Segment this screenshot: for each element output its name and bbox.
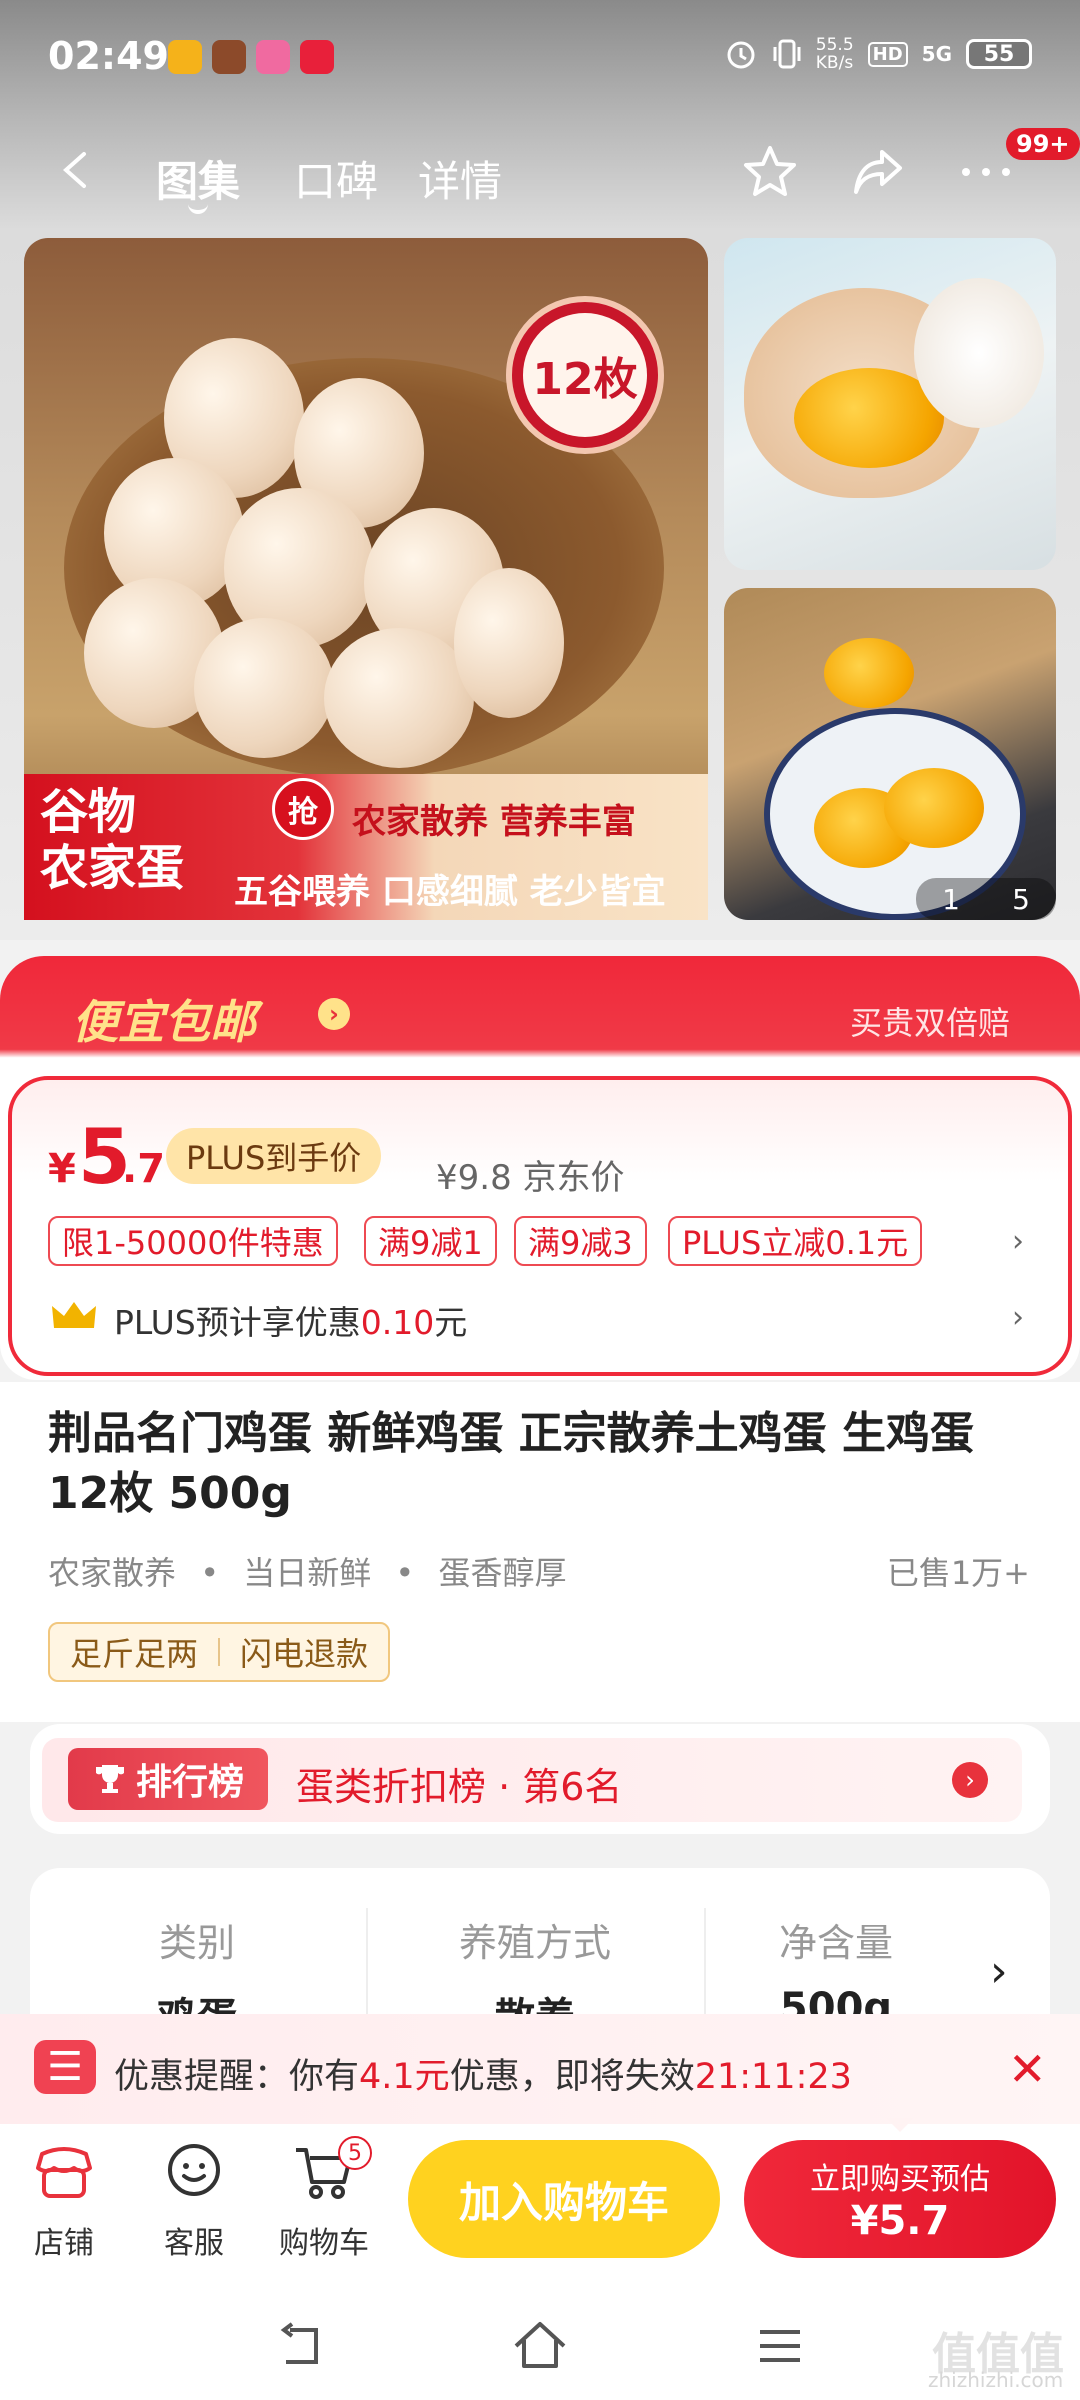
crown-icon — [52, 1302, 96, 1328]
count-seal-badge: 12枚 — [506, 296, 664, 454]
back-icon[interactable] — [56, 150, 96, 190]
chevron-right-icon[interactable]: › — [952, 1762, 988, 1798]
tab-reviews[interactable]: 口碑 — [294, 148, 378, 209]
cart-count-badge: 5 — [338, 2136, 372, 2170]
share-icon[interactable] — [848, 142, 908, 202]
notification-app-icon — [300, 40, 334, 74]
add-to-cart-button[interactable]: 加入购物车 — [408, 2140, 720, 2258]
price-guarantee[interactable]: 买贵双倍赔 — [850, 998, 1010, 1044]
divider — [366, 1908, 368, 2018]
yolk — [884, 768, 984, 848]
signal-icon: 5G — [921, 42, 952, 66]
coupons-chevron-icon[interactable]: › — [1012, 1224, 1024, 1259]
plus-savings[interactable]: PLUS预计享优惠0.10元 — [114, 1296, 467, 1344]
back-nav-icon[interactable] — [270, 2316, 330, 2376]
egg — [454, 568, 564, 718]
product-subtags: 农家散养 • 当日新鲜 • 蛋香醇厚 — [48, 1554, 567, 1592]
coupon-tag[interactable]: 满9减1 — [364, 1216, 497, 1266]
trophy-icon — [95, 1765, 124, 1793]
tab-details[interactable]: 详情 — [418, 148, 502, 209]
coupon-tag[interactable]: PLUS立减0.1元 — [668, 1216, 923, 1266]
chevron-right-icon[interactable]: › — [318, 998, 350, 1030]
notification-app-icon — [168, 40, 202, 74]
price-decimal: .7 — [122, 1146, 166, 1192]
notification-app-icon — [212, 40, 246, 74]
egg — [194, 618, 334, 758]
coupon-reminder-icon: ☰ — [34, 2040, 96, 2094]
menu-nav-icon[interactable] — [750, 2316, 810, 2376]
promo-tagline-2: 五谷喂养 口感细腻 老少皆宜 — [234, 872, 666, 912]
vibrate-icon — [773, 39, 801, 69]
alarm-icon — [727, 41, 755, 69]
jd-reference-price: ¥9.8 京东价 — [436, 1158, 625, 1198]
watermark-url: zhizhizhi.com — [928, 2368, 1064, 2392]
thumbnail-cracked-egg[interactable] — [724, 238, 1056, 570]
notification-app-icon — [256, 40, 290, 74]
service-tags[interactable]: 足斤足两 闪电退款 — [48, 1622, 391, 1682]
favorite-star-icon[interactable] — [740, 142, 800, 202]
status-right: 55.5 KB/s HD 5G 55 — [724, 36, 1032, 72]
promo-title: 谷物 农家蛋 — [40, 784, 185, 896]
battery-icon: 55 — [966, 39, 1032, 69]
cheap-free-shipping-title[interactable]: 便宜包邮 — [72, 986, 256, 1052]
reminder-text: 优惠提醒：你有4.1元优惠，即将失效21:11:23 — [114, 2057, 852, 2097]
buy-now-button[interactable]: 立即购买预估 ¥5.7 — [744, 2140, 1056, 2258]
product-title: 荆品名门鸡蛋 新鲜鸡蛋 正宗散养土鸡蛋 生鸡蛋 12枚 500g — [48, 1408, 974, 1519]
yolk — [824, 638, 914, 708]
thumbnail-egg-yolks[interactable] — [724, 588, 1056, 920]
image-pager: 1 5 — [916, 878, 1056, 920]
sold-count: 已售1万+ — [886, 1554, 1030, 1592]
shop-icon — [36, 2147, 92, 2198]
coupon-tag[interactable]: 满9减3 — [514, 1216, 647, 1266]
message-badge: 99+ — [1006, 128, 1080, 160]
ranking-text: 蛋类折扣榜 · 第6名 — [296, 1765, 623, 1809]
shop-button[interactable]: 店铺 — [4, 2140, 124, 2262]
grab-badge: 抢 — [272, 778, 334, 840]
egg — [324, 628, 474, 768]
reminder-pointer — [886, 2118, 914, 2132]
chat-smile-icon — [168, 2144, 220, 2196]
customer-service-button[interactable]: 客服 — [134, 2140, 254, 2262]
coupon-tag[interactable]: 限1-50000件特惠 — [48, 1216, 338, 1266]
promo-tagline-1: 农家散养 营养丰富 — [352, 802, 636, 842]
currency-symbol: ¥ — [48, 1146, 76, 1192]
plus-chevron-icon[interactable]: › — [1012, 1300, 1024, 1335]
hd-icon: HD — [867, 41, 908, 67]
home-nav-icon[interactable] — [510, 2316, 570, 2376]
net-speed: 55.5 KB/s — [815, 35, 854, 73]
ranking-badge: 排行榜 — [68, 1748, 268, 1810]
status-time: 02:49 — [48, 34, 169, 78]
eggshell-half — [914, 278, 1044, 428]
plus-price-label: PLUS到手价 — [166, 1128, 382, 1184]
close-icon[interactable]: ✕ — [1008, 2042, 1047, 2096]
spec-chevron-icon[interactable]: › — [990, 1946, 1008, 1997]
